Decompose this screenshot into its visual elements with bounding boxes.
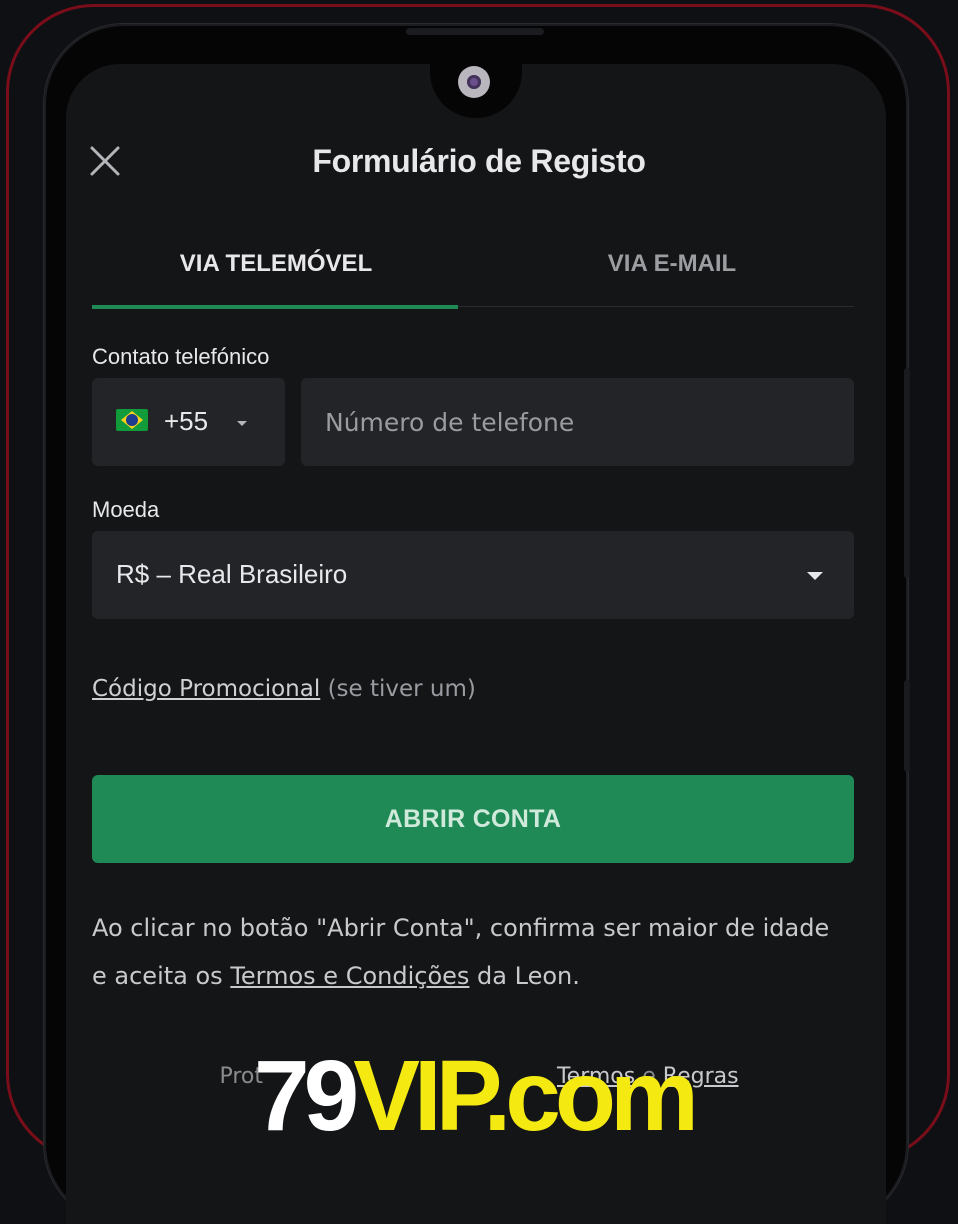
chevron-down-icon	[807, 572, 823, 580]
site-watermark: 79VIP.com	[254, 1046, 699, 1146]
terms-text-after: da Leon.	[477, 962, 580, 990]
active-tab-indicator	[92, 305, 458, 309]
brazil-flag-icon	[116, 409, 148, 431]
open-account-button[interactable]: ABRIR CONTA	[92, 775, 854, 863]
page-title: Formulário de Registo	[312, 143, 646, 179]
currency-value: R$ – Real Brasileiro	[116, 559, 348, 589]
watermark-text: VIP.com	[353, 1040, 699, 1152]
currency-select[interactable]: R$ – Real Brasileiro	[92, 531, 854, 619]
terms-conditions-link[interactable]: Termos e Condições	[230, 962, 469, 990]
volume-button	[904, 368, 910, 578]
tab-phone[interactable]: VIA TELEMÓVEL	[86, 250, 466, 278]
front-camera-icon	[458, 66, 490, 98]
power-button	[904, 680, 910, 772]
phone-speaker	[406, 28, 544, 35]
phone-label: Contato telefónico	[92, 344, 270, 369]
chevron-down-icon	[237, 421, 247, 426]
tab-email[interactable]: VIA E-MAIL	[482, 250, 862, 278]
phone-number-input[interactable]	[301, 378, 854, 466]
country-code-value: +55	[164, 406, 209, 436]
currency-label: Moeda	[92, 497, 160, 522]
promo-code-link[interactable]: Código Promocional	[92, 676, 320, 702]
promo-code-hint: (se tiver um)	[327, 676, 476, 702]
terms-notice: Ao clicar no botão "Abrir Conta", confir…	[92, 904, 832, 1000]
watermark-number: 79	[254, 1040, 359, 1152]
country-code-select[interactable]: +55	[92, 378, 285, 466]
promo-code-row: Código Promocional (se tiver um)	[92, 676, 476, 702]
